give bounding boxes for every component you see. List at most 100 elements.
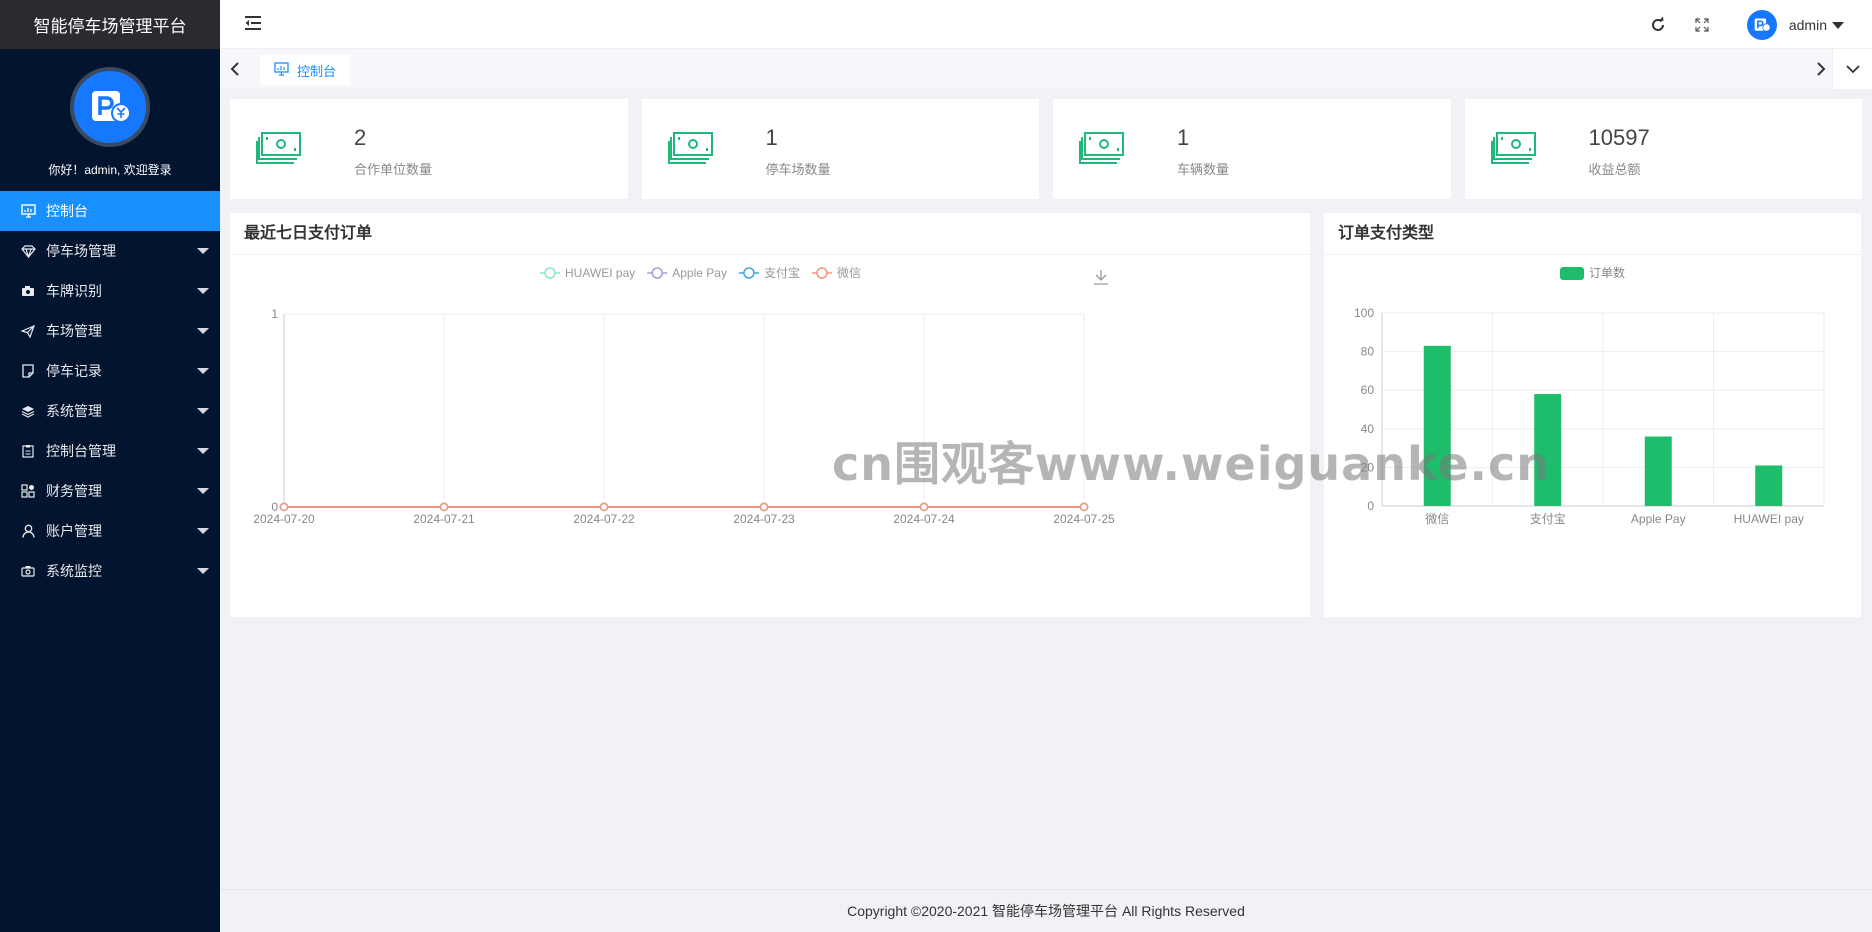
legend-label: 订单数 [1589, 265, 1625, 280]
caret-down-icon [197, 288, 209, 294]
legend-label: 支付宝 [764, 266, 800, 280]
dashboard-content: 2 合作单位数量 1 停车场数量 1 车辆数量 10597 收益总额 最近七日支… [220, 89, 1872, 889]
caret-down-icon [197, 568, 209, 574]
legend-item: 订单数 [1560, 265, 1625, 280]
bar-chart: 订单数 0 20 40 60 80 100 微信 支付宝 Apple Pay HUAWEI pay [1354, 265, 1825, 526]
stat-value: 2 [354, 125, 367, 150]
y-tick-label: 40 [1361, 422, 1375, 436]
money-icon [1079, 131, 1127, 172]
clipboard-icon [20, 443, 36, 459]
panel-title: 最近七日支付订单 [230, 213, 1310, 255]
y-tick-label: 0 [1367, 499, 1374, 513]
legend-marker [651, 267, 663, 279]
sidebar-item-label: 停车场管理 [46, 243, 116, 259]
send-icon [20, 323, 36, 339]
caret-down-icon [197, 328, 209, 334]
bar [1644, 436, 1672, 506]
welcome-text: 你好！admin, 欢迎登录 [48, 163, 172, 177]
tab-dropdown-button[interactable] [1832, 49, 1872, 89]
y-tick-label: 100 [1354, 306, 1374, 320]
caret-down-icon [197, 368, 209, 374]
sidebar-item-accounts[interactable]: 账户管理 [0, 511, 220, 551]
legend-item: HUAWEI pay [540, 266, 635, 280]
stat-card-partners: 2 合作单位数量 [230, 99, 628, 199]
sidebar-menu: 控制台 停车场管理 车牌识别 车场管理 停车记录 系统管理 控制台管理 财务管理… [0, 191, 220, 591]
sidebar-item-label: 车场管理 [46, 323, 102, 339]
sidebar-item-console-management[interactable]: 控制台管理 [0, 431, 220, 471]
legend-marker [816, 267, 828, 279]
bar [1534, 394, 1562, 506]
caret-down-icon [197, 408, 209, 414]
menu-fold-icon[interactable] [244, 15, 262, 36]
legend-label: Apple Pay [672, 266, 727, 280]
line-chart: HUAWEI pay Apple Pay 支付宝 微信012024-07-20 2024… [253, 266, 1115, 526]
sidebar-item-parking-lot[interactable]: 停车场管理 [0, 231, 220, 271]
stat-label: 合作单位数量 [354, 162, 433, 177]
tab-bar: 控制台 [220, 49, 1872, 89]
tab-dashboard[interactable]: 控制台 [260, 55, 351, 85]
header-actions: admin [1649, 10, 1844, 40]
x-tick-label: 2024-07-24 [893, 512, 955, 526]
x-tick-label: 微信 [1425, 512, 1449, 526]
stat-value: 1 [765, 125, 778, 150]
fullscreen-icon[interactable] [1693, 16, 1711, 34]
x-tick-label: 2024-07-22 [573, 512, 635, 526]
chevron-left-icon[interactable] [230, 61, 240, 82]
sidebar-item-parking-records[interactable]: 停车记录 [0, 351, 220, 391]
stat-value: 1 [1177, 125, 1190, 150]
download-icon[interactable] [1094, 270, 1108, 285]
chevron-right-icon[interactable] [1816, 61, 1826, 82]
diamond-icon [20, 243, 36, 259]
legend-label: HUAWEI pay [565, 266, 635, 280]
parking-logo-icon [92, 91, 131, 123]
sidebar-item-label: 系统监控 [46, 563, 102, 579]
stat-card-parking-lots: 1 停车场数量 [641, 99, 1039, 199]
sidebar-item-yard-management[interactable]: 车场管理 [0, 311, 220, 351]
caret-down-icon [197, 248, 209, 254]
x-tick-label: 2024-07-21 [413, 512, 475, 526]
username[interactable]: admin [1789, 17, 1827, 33]
legend-marker [544, 267, 556, 279]
parking-logo-icon [1754, 18, 1771, 32]
legend-marker [743, 267, 755, 279]
sidebar-item-system-monitor[interactable]: 系统监控 [0, 551, 220, 591]
sidebar-item-finance[interactable]: 财务管理 [0, 471, 220, 511]
charts-row: 最近七日支付订单 HUAWEI pay Apple Pay 支付宝 微信 0 1 2024-… [230, 213, 1862, 617]
caret-down-icon [197, 528, 209, 534]
bar [1755, 465, 1783, 506]
sidebar-item-label: 账户管理 [46, 523, 102, 539]
stat-label: 收益总额 [1588, 162, 1641, 177]
apps-icon [20, 483, 36, 499]
x-tick-label: HUAWEI pay [1734, 512, 1804, 526]
camera-icon [20, 563, 36, 579]
sidebar-item-label: 停车记录 [46, 363, 102, 379]
legend-item: 微信 [811, 266, 861, 280]
bar [1423, 345, 1451, 506]
sidebar-item-label: 控制台 [46, 203, 88, 219]
sidebar: 智能停车场管理平台 你好！admin, 欢迎登录 控制台 停车场管理 车牌识别 … [0, 0, 220, 932]
stats-row: 2 合作单位数量 1 停车场数量 1 车辆数量 10597 收益总额 [230, 99, 1862, 199]
caret-down-icon[interactable] [1832, 21, 1844, 29]
data-point [279, 502, 289, 512]
sidebar-item-system-management[interactable]: 系统管理 [0, 391, 220, 431]
legend-swatch [1560, 267, 1584, 280]
y-tick-label: 80 [1361, 345, 1375, 359]
data-point [439, 502, 449, 512]
monitor-icon [20, 203, 36, 219]
refresh-icon[interactable] [1649, 16, 1667, 34]
legend-item: Apple Pay [647, 266, 727, 280]
bar-chart-panel: 订单支付类型 订单数 0 20 40 60 80 100 微信 支付宝 Apple Pay HUAW… [1324, 213, 1861, 617]
sidebar-item-label: 系统管理 [46, 403, 102, 419]
avatar[interactable] [1746, 10, 1777, 40]
sidebar-item-dashboard[interactable]: 控制台 [0, 191, 220, 231]
y-tick-label: 20 [1361, 460, 1375, 474]
money-icon [256, 131, 304, 172]
top-header: admin [220, 0, 1872, 49]
y-tick-label: 60 [1361, 383, 1375, 397]
caret-down-icon [197, 448, 209, 454]
sidebar-item-plate-recognition[interactable]: 车牌识别 [0, 271, 220, 311]
avatar[interactable] [70, 67, 150, 147]
user-profile: 你好！admin, 欢迎登录 [0, 49, 220, 191]
download-glyph [1094, 270, 1108, 285]
stat-value: 10597 [1588, 125, 1650, 150]
